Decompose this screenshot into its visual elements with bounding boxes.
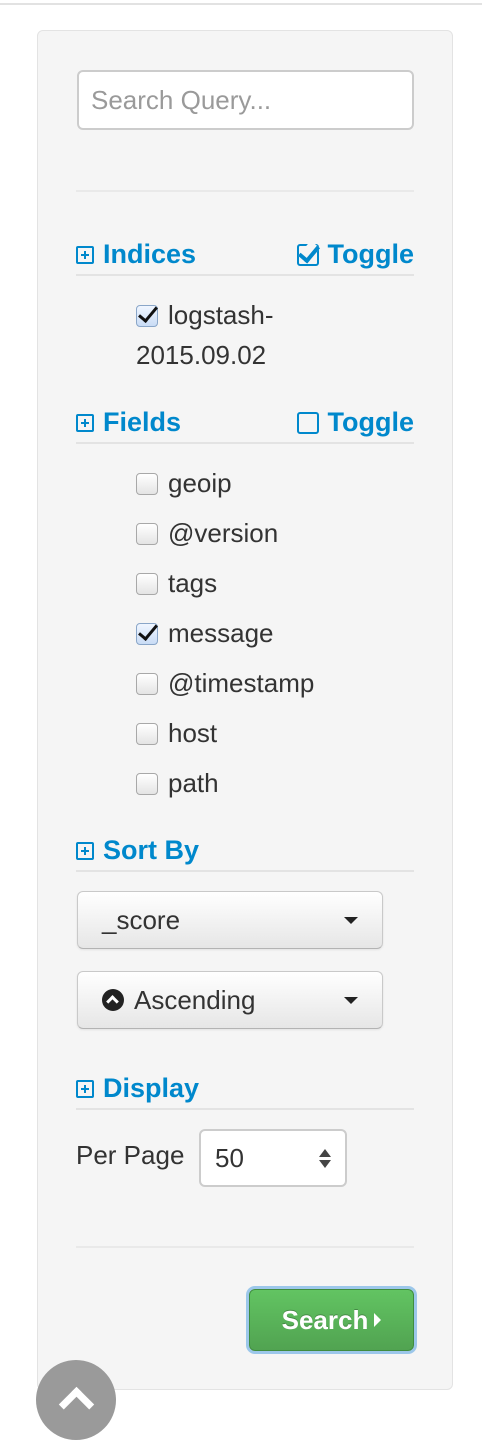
field-label: @timestamp: [168, 668, 315, 698]
indices-toggle-label: Toggle: [327, 239, 414, 269]
fields-toggle-label: Toggle: [327, 407, 414, 437]
divider: [76, 1246, 414, 1248]
sort-order-dropdown[interactable]: Ascending: [77, 971, 383, 1029]
field-label: path: [168, 768, 219, 798]
indices-expand-toggle[interactable]: Indices: [76, 239, 196, 270]
check-square-icon: [296, 243, 319, 266]
list-item: tags: [136, 568, 217, 599]
plus-square-icon: [76, 245, 94, 264]
sort-section-header: Sort By: [76, 828, 414, 872]
caret-down-icon: [344, 916, 358, 924]
per-page-select[interactable]: 50: [199, 1129, 347, 1187]
caret-down-icon: [344, 996, 358, 1004]
fields-toggle-all[interactable]: Toggle: [296, 407, 414, 438]
divider: [76, 190, 414, 192]
index-checkbox[interactable]: [136, 304, 158, 327]
sort-order-value: Ascending: [134, 984, 256, 1015]
search-query-input[interactable]: [77, 70, 414, 130]
square-outline-icon: [296, 411, 319, 434]
search-button-label: Search: [281, 1304, 369, 1335]
field-checkbox-message[interactable]: [136, 622, 158, 645]
field-checkbox-timestamp[interactable]: [136, 672, 158, 695]
list-item: path: [136, 768, 219, 799]
per-page-label: Per Page: [76, 1140, 185, 1170]
chevron-up-icon: [58, 1386, 95, 1423]
caret-right-icon: [374, 1313, 382, 1327]
fields-section-header: Fields Toggle: [76, 400, 414, 444]
indices-title: Indices: [103, 239, 197, 269]
field-label: tags: [168, 568, 218, 598]
indices-toggle-all[interactable]: Toggle: [296, 239, 414, 270]
field-label: geoip: [168, 468, 232, 498]
display-expand-toggle[interactable]: Display: [76, 1073, 199, 1104]
per-page-value: 50: [215, 1142, 244, 1173]
field-checkbox-tags[interactable]: [136, 572, 158, 595]
sort-field-dropdown[interactable]: _score: [77, 891, 383, 949]
list-item: logstash-: [136, 300, 274, 331]
plus-square-icon: [76, 413, 94, 432]
field-label: host: [168, 718, 218, 748]
sort-title: Sort By: [103, 835, 200, 865]
field-checkbox-version[interactable]: [136, 522, 158, 545]
index-label-continued: 2015.09.02: [136, 340, 267, 370]
field-checkbox-geoip[interactable]: [136, 472, 158, 495]
updown-arrows-icon: [319, 1148, 331, 1168]
sort-field-value: _score: [102, 904, 181, 935]
fields-title: Fields: [103, 407, 182, 437]
field-label: message: [168, 618, 274, 648]
search-button[interactable]: Search: [249, 1289, 414, 1351]
list-item: geoip: [136, 468, 232, 499]
list-item: @version: [136, 518, 278, 549]
sort-expand-toggle[interactable]: Sort By: [76, 835, 199, 866]
plus-square-icon: [76, 841, 94, 860]
indices-section-header: Indices Toggle: [76, 232, 414, 276]
fields-expand-toggle[interactable]: Fields: [76, 407, 181, 438]
chevron-circle-up-icon: [102, 989, 124, 1011]
index-label: logstash-: [168, 300, 274, 330]
field-checkbox-path[interactable]: [136, 772, 158, 795]
display-title: Display: [103, 1073, 200, 1103]
scroll-to-top-button[interactable]: [36, 1360, 116, 1440]
field-checkbox-host[interactable]: [136, 722, 158, 745]
field-label: @version: [168, 518, 279, 548]
list-item: @timestamp: [136, 668, 314, 699]
plus-square-icon: [76, 1079, 94, 1098]
list-item: message: [136, 618, 274, 649]
list-item: host: [136, 718, 217, 749]
top-divider: [0, 0, 482, 5]
display-section-header: Display: [76, 1066, 414, 1110]
